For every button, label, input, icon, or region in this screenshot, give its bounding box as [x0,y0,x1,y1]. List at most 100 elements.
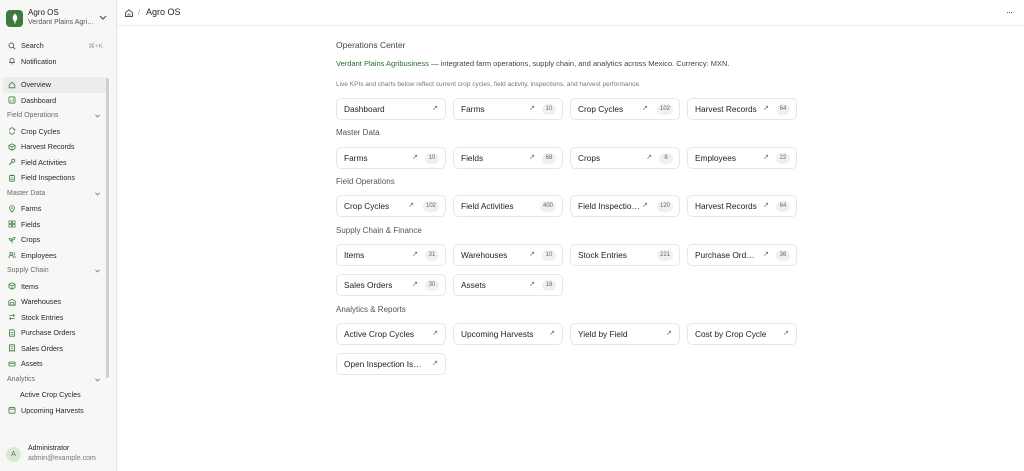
group-label: Field Operations [7,112,59,120]
sidebar-item-employees[interactable]: Employees [3,248,107,264]
sidebar-item-items[interactable]: Items [3,279,107,295]
sidebar-item-label: Assets [21,359,43,369]
sidebar-item-fields[interactable]: Fields [3,217,107,233]
sidebar-notification[interactable]: Notification [3,54,107,70]
receipt-icon [7,344,16,353]
arrow-up-right-icon: ↗ [408,202,414,209]
intro-description: — integrated farm operations, supply cha… [428,59,730,68]
sidebar-item-purchase-orders[interactable]: Purchase Orders [3,325,107,341]
sidebar-item-harvest-records[interactable]: Harvest Records [3,139,107,155]
group-supply-chain[interactable]: Supply Chain [3,263,107,279]
arrow-up-right-icon: ↗ [432,105,438,112]
card-label: Warehouses [461,250,508,260]
arrow-up-right-icon: ↗ [642,105,648,112]
sidebar-item-warehouses[interactable]: Warehouses [3,294,107,310]
supply-link-assets[interactable]: Assets ↗ 18 [453,274,563,296]
card-label: Harvest Records [695,201,757,211]
arrow-up-right-icon: ↗ [529,281,535,288]
sidebar-item-active-crop-cycles[interactable]: Active Crop Cycles [3,387,107,403]
card-label: Employees [695,153,737,163]
arrow-up-right-icon: ↗ [763,105,769,112]
chevron-down-icon [95,114,100,118]
more-icon[interactable]: ··· [1006,7,1013,17]
breadcrumb-separator: / [138,8,141,17]
supply-link-stock-entries[interactable]: Stock Entries 221 [570,244,680,266]
count-badge: 10 [542,104,556,115]
ops-link-harvest-records[interactable]: Harvest Records ↗ 64 [687,195,797,217]
group-label: Analytics [7,375,36,383]
sidebar-item-overview[interactable]: Overview [3,77,107,93]
arrow-up-right-icon: ↗ [763,202,769,209]
user-name: Administrator [28,445,70,452]
company-name: Verdant Plains Agribusiness [336,59,429,68]
sprout-icon [7,235,16,244]
quick-link-dashboard[interactable]: Dashboard ↗ [336,98,446,120]
arrow-up-right-icon: ↗ [549,330,555,337]
card-label: Upcoming Harvests [461,329,534,339]
ops-link-crop-cycles[interactable]: Crop Cycles ↗ 102 [336,195,446,217]
sidebar-item-dashboard[interactable]: Dashboard [3,93,107,109]
sidebar-item-sales-orders[interactable]: Sales Orders [3,341,107,357]
arrow-up-right-icon: ↗ [412,251,418,258]
master-link-crops[interactable]: Crops ↗ 8 [570,147,680,169]
report-link-yield-by-field[interactable]: Yield by Field ↗ [570,323,680,345]
calendar-icon [7,406,16,415]
chevron-down-icon [95,378,100,381]
ops-link-field-activities[interactable]: Field Activities 400 [453,195,563,217]
card-label: Sales Orders [344,280,393,290]
count-badge: 36 [776,250,790,261]
arrow-up-right-icon: ↗ [529,105,535,112]
quick-link-crop-cycles[interactable]: Crop Cycles ↗ 102 [570,98,680,120]
home-icon[interactable] [124,8,134,18]
sidebar-item-farms[interactable]: Farms [3,201,107,217]
sidebar-item-stock-entries[interactable]: Stock Entries [3,310,107,326]
sidebar-scrollbar[interactable] [106,78,109,378]
chart-icon [7,96,16,105]
supply-link-items[interactable]: Items ↗ 31 [336,244,446,266]
card-label: Farms [344,153,368,163]
package-icon [7,282,16,291]
master-link-fields[interactable]: Fields ↗ 68 [453,147,563,169]
user-menu[interactable]: A Administrator admin@example.com [6,443,110,465]
breadcrumb[interactable]: Agro OS [146,7,181,17]
sidebar-nav: Search ⌘+K Notification Overview Dashboa… [3,38,107,418]
report-link-open-inspection-issues[interactable]: Open Inspection Issues ↗ [336,353,446,375]
sidebar-search[interactable]: Search ⌘+K [3,38,107,54]
card-label: Assets [461,280,486,290]
report-link-cost-by-crop-cycle[interactable]: Cost by Crop Cycle ↗ [687,323,797,345]
supply-link-sales-orders[interactable]: Sales Orders ↗ 30 [336,274,446,296]
count-badge: 68 [542,153,556,164]
sidebar-item-upcoming-harvests[interactable]: Upcoming Harvests [3,403,107,419]
quick-link-harvest-records[interactable]: Harvest Records ↗ 64 [687,98,797,120]
sidebar-item-assets[interactable]: Assets [3,356,107,372]
group-master-data[interactable]: Master Data [3,186,107,202]
sidebar-item-label: Field Inspections [21,173,75,183]
sidebar-item-field-inspections[interactable]: Field Inspections [3,170,107,186]
sidebar-item-label: Field Activities [21,157,67,167]
section-title-analytics: Analytics & Reports [336,305,406,314]
count-badge: 30 [425,280,439,291]
search-icon [7,41,16,50]
sidebar-item-crops[interactable]: Crops [3,232,107,248]
supply-link-purchase-orders[interactable]: Purchase Orders ↗ 36 [687,244,797,266]
arrows-icon [7,313,16,322]
avatar: A [6,446,21,462]
master-link-farms[interactable]: Farms ↗ 10 [336,147,446,169]
chevron-down-icon [99,15,107,20]
count-badge: 120 [656,201,673,212]
report-link-upcoming-harvests[interactable]: Upcoming Harvests ↗ [453,323,563,345]
report-link-active-crop-cycles[interactable]: Active Crop Cycles ↗ [336,323,446,345]
quick-link-farms[interactable]: Farms ↗ 10 [453,98,563,120]
master-link-employees[interactable]: Employees ↗ 22 [687,147,797,169]
arrow-up-right-icon: ↗ [412,154,418,161]
map-pin-icon [7,204,16,213]
sidebar-item-label: Active Crop Cycles [20,390,81,400]
ops-link-field-inspections[interactable]: Field Inspections ↗ 120 [570,195,680,217]
sidebar-item-crop-cycles[interactable]: Crop Cycles [3,124,107,140]
workspace-switcher[interactable]: Agro OS Verdant Plains Agribusiness [6,6,110,30]
sidebar-item-field-activities[interactable]: Field Activities [3,155,107,171]
supply-link-warehouses[interactable]: Warehouses ↗ 10 [453,244,563,266]
group-analytics[interactable]: Analytics [3,372,107,388]
group-field-operations[interactable]: Field Operations [3,108,107,124]
count-badge: 400 [539,201,556,212]
